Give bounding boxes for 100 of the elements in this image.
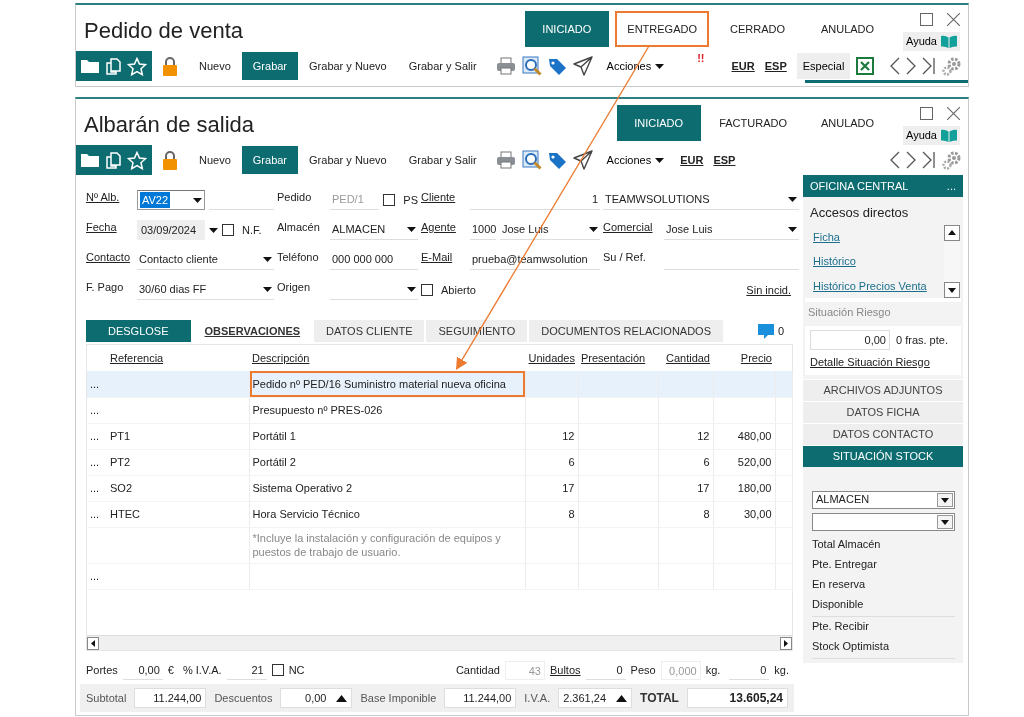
scroll-left-icon[interactable] (87, 636, 99, 650)
row-handle[interactable]: ... (90, 455, 100, 468)
special-button[interactable]: Especial (796, 52, 851, 80)
field-link[interactable]: Fecha (86, 219, 134, 241)
lock-icon[interactable] (162, 56, 178, 76)
skip-to-end-icon[interactable] (922, 151, 936, 169)
amount-field[interactable]: 13.605,24 (686, 688, 788, 708)
incident-link[interactable]: Sin incid. (746, 281, 799, 299)
spinner-icon[interactable] (616, 694, 627, 702)
row-handle[interactable]: ... (90, 569, 100, 582)
amount-field[interactable]: 2.361,24 (558, 688, 632, 708)
risk-detail-link[interactable]: Detalle Situación Riesgo (810, 354, 930, 371)
field-link[interactable]: Agente (421, 219, 467, 241)
scroll-up-icon[interactable] (944, 224, 960, 241)
input-field[interactable]: 0,00 (122, 660, 163, 680)
checkbox[interactable] (421, 284, 433, 296)
status-tab[interactable]: ANULADO (806, 105, 890, 141)
row-handle[interactable]: ... (90, 403, 100, 416)
dropdown-field[interactable]: Jose Luis (664, 220, 799, 240)
column-header[interactable]: Referencia (107, 345, 249, 371)
printer-icon[interactable] (495, 151, 516, 169)
column-header[interactable]: Presentación (578, 345, 658, 371)
input-field[interactable]: 1 (470, 190, 600, 210)
spreadsheet-icon[interactable] (856, 57, 875, 75)
comment-icon[interactable] (757, 322, 775, 340)
row-handle[interactable]: ... (90, 481, 100, 494)
field-link[interactable]: Bultos (549, 661, 581, 679)
copy-icon[interactable] (105, 57, 121, 75)
tag-icon[interactable] (547, 56, 567, 76)
dropdown-field[interactable]: ALMACEN (330, 220, 418, 240)
toolbar-button[interactable]: Nuevo (188, 146, 242, 174)
checkbox[interactable] (222, 224, 234, 236)
scroll-down-icon[interactable] (944, 282, 960, 298)
input-field[interactable]: 21 (226, 660, 267, 680)
close-icon[interactable] (947, 13, 960, 26)
toolbar-button[interactable]: Grabar y Salir (397, 146, 488, 174)
table-row[interactable]: ... SO2 Sistema Operativo 2 17 17 180,00 (87, 475, 792, 501)
copy-icon[interactable] (105, 151, 121, 169)
column-header[interactable]: Descripción (249, 345, 525, 371)
section-tab[interactable]: SITUACIÓN STOCK (803, 444, 963, 467)
toolbar-button[interactable]: Grabar y Nuevo (298, 146, 398, 174)
table-row[interactable]: ... PT2 Portátil 2 6 6 520,00 (87, 449, 792, 475)
shortcut-link[interactable]: Histórico (803, 249, 944, 274)
status-tab[interactable]: ENTREGADO (615, 11, 710, 47)
section-tab[interactable]: DATOS FICHA (803, 400, 963, 423)
star-icon[interactable] (127, 56, 147, 76)
column-header[interactable]: Unidades (525, 345, 578, 371)
table-row[interactable]: ... PT1 Portátil 1 12 12 480,00 (87, 423, 792, 449)
status-tab[interactable]: INICIADO (617, 105, 702, 141)
row-handle[interactable]: ... (90, 429, 100, 442)
star-icon[interactable] (127, 150, 147, 170)
toolbar-button[interactable]: Nuevo (188, 52, 242, 80)
input-field[interactable]: 1000 (470, 220, 496, 240)
amount-field[interactable]: 11.244,00 (444, 688, 517, 708)
tab[interactable]: DOCUMENTOS RELACIONADOS (529, 320, 723, 342)
chevron-right-icon[interactable] (906, 151, 916, 169)
search-icon[interactable] (521, 150, 542, 170)
section-tab[interactable]: DATOS CONTACTO (803, 422, 963, 445)
field-link[interactable]: Cliente (421, 189, 467, 211)
folder-icon[interactable] (81, 59, 99, 73)
settings-icon[interactable] (942, 150, 962, 170)
status-tab[interactable]: ANULADO (806, 11, 890, 47)
close-icon[interactable] (947, 107, 960, 120)
more-button[interactable]: ... (946, 177, 956, 195)
help-button[interactable]: Ayuda (903, 32, 960, 51)
row-handle[interactable]: ... (90, 507, 100, 520)
vertical-scrollbar[interactable] (944, 224, 960, 298)
chevron-right-icon[interactable] (906, 57, 916, 75)
send-icon[interactable] (572, 56, 593, 76)
column-header[interactable]: Precio (713, 345, 775, 371)
scroll-right-icon[interactable] (780, 636, 792, 650)
status-tab[interactable]: CERRADO (716, 11, 800, 47)
search-icon[interactable] (521, 56, 542, 76)
currency-link[interactable]: ESP (713, 151, 736, 169)
maximize-icon[interactable] (920, 107, 933, 120)
dropdown-field[interactable]: AV22 (137, 190, 205, 210)
checkbox[interactable] (383, 194, 396, 206)
help-button[interactable]: Ayuda (903, 126, 960, 145)
field-link[interactable]: Comercial (603, 219, 661, 241)
chevron-left-icon[interactable] (890, 57, 900, 75)
toolbar-button[interactable]: Grabar y Nuevo (298, 52, 398, 80)
dropdown-field[interactable]: Contacto cliente (137, 250, 274, 270)
field-link[interactable]: Nº Alb. (86, 189, 134, 211)
amount-field[interactable]: 11.244,00 (134, 688, 207, 708)
dropdown-button-icon[interactable] (937, 492, 953, 507)
dropdown-field[interactable]: 30/60 dias FF (137, 280, 274, 300)
amount-field[interactable]: 0,00 (280, 688, 353, 708)
section-tab[interactable]: ARCHIVOS ADJUNTOS (803, 378, 963, 401)
table-row[interactable]: ... Presupuesto nº PRES-026 (87, 397, 792, 423)
input-field[interactable]: 000 000 000 (330, 250, 418, 270)
date-field[interactable]: 03/09/2024 (137, 220, 205, 240)
currency-link[interactable]: ESP (764, 57, 787, 75)
actions-menu[interactable]: Acciones (600, 150, 671, 170)
toolbar-button[interactable]: Grabar (241, 52, 299, 80)
shortcut-link[interactable]: Ficha (803, 224, 944, 249)
checkbox[interactable] (271, 664, 284, 676)
input-field[interactable]: 0 (585, 660, 626, 680)
tab[interactable]: DATOS CLIENTE (314, 320, 425, 342)
table-row[interactable]: ... Pedido nº PED/16 Suministro material nueva oficina (87, 371, 792, 397)
lock-icon[interactable] (162, 150, 178, 170)
